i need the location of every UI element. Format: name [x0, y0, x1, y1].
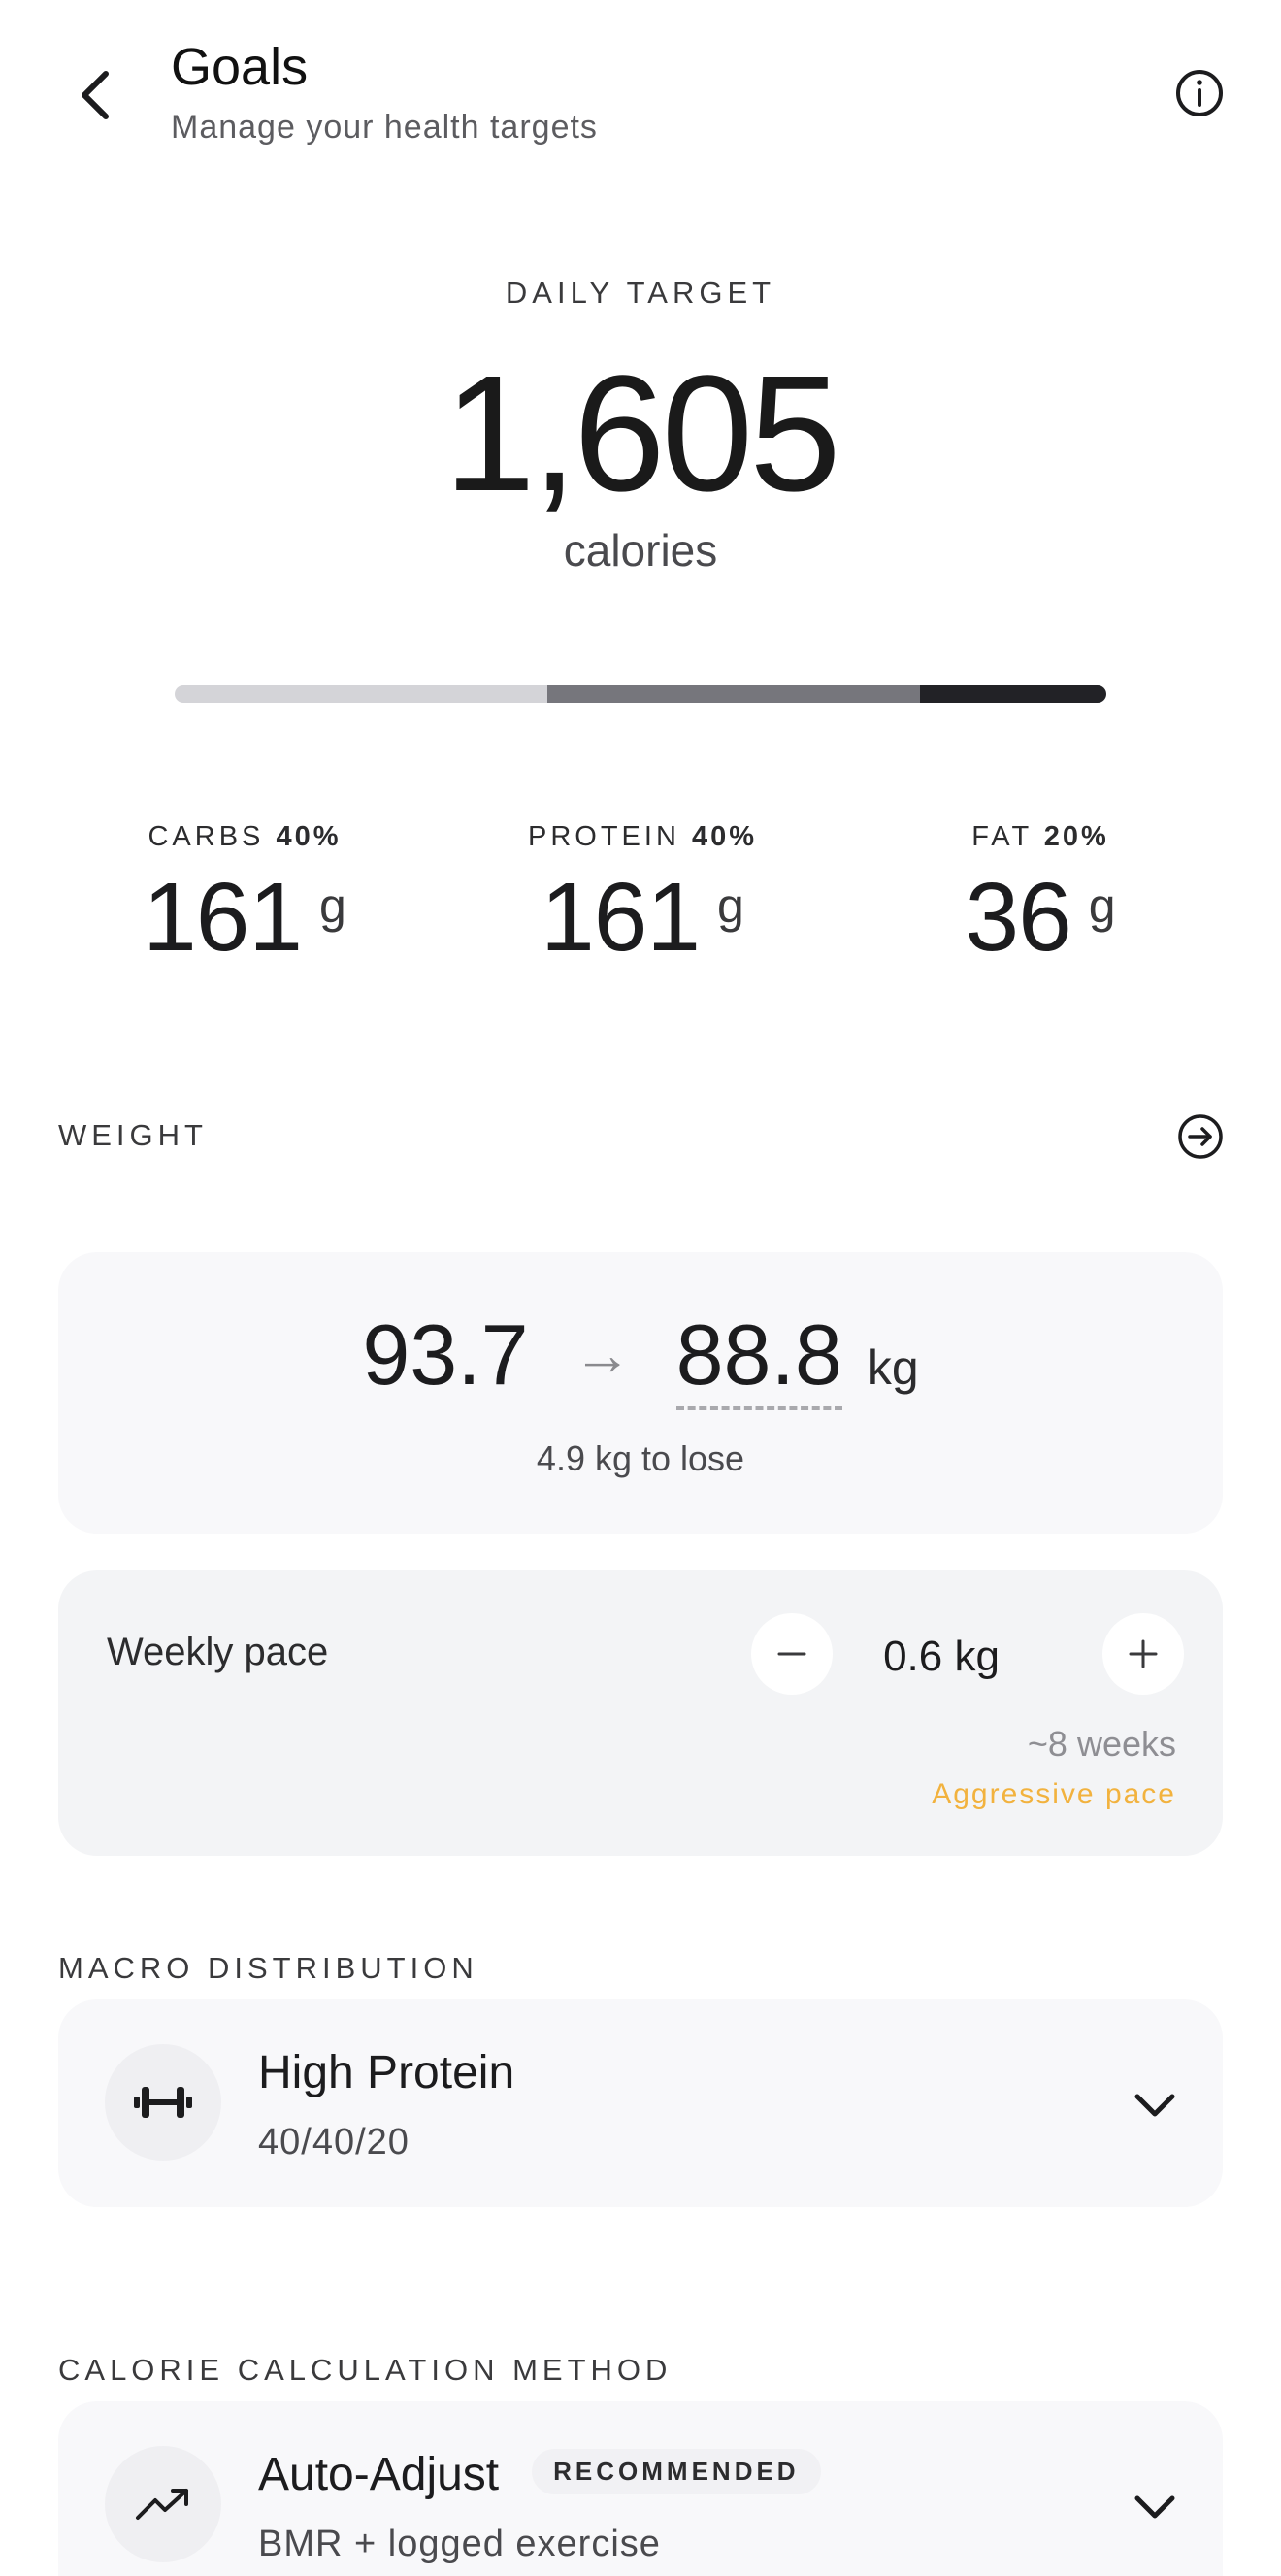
- page-title: Goals: [171, 38, 309, 96]
- trending-up-icon: [136, 2489, 188, 2520]
- macro-distribution-select[interactable]: High Protein 40/40/20: [58, 1999, 1223, 2207]
- arrow-right-circle-icon: [1178, 1114, 1223, 1159]
- page-subtitle: Manage your health targets: [171, 109, 598, 146]
- calorie-method-subtitle: BMR + logged exercise: [258, 2524, 661, 2564]
- weight-to-lose: 4.9 kg to lose: [536, 1438, 745, 1478]
- recommended-badge: RECOMMENDED: [532, 2448, 821, 2494]
- macro-label: CARBS 40%: [148, 821, 342, 852]
- weight-goal-card: 93.7 → 88.8 kg 4.9 kg to lose: [58, 1252, 1223, 1534]
- pace-increase-button[interactable]: [1102, 1613, 1184, 1695]
- calorie-method-select[interactable]: Auto-Adjust RECOMMENDED BMR + logged exer…: [58, 2401, 1223, 2576]
- info-button[interactable]: [1170, 64, 1229, 122]
- pace-warning: Aggressive pace: [932, 1778, 1176, 1810]
- macro-split-bar: [175, 685, 1106, 703]
- macro-preset-ratio: 40/40/20: [258, 2122, 410, 2163]
- daily-calorie-unit: calories: [563, 525, 718, 576]
- dumbbell-icon: [134, 2087, 192, 2118]
- macro-bar-segment-carbs: [175, 685, 547, 703]
- pace-decrease-button[interactable]: [751, 1613, 833, 1695]
- icon-circle: [105, 2044, 221, 2161]
- macro-label: FAT 20%: [971, 821, 1109, 852]
- macro-protein: PROTEIN 40% 161 g: [448, 821, 837, 969]
- macro-label: PROTEIN 40%: [527, 821, 757, 852]
- calorie-method-title: Auto-Adjust RECOMMENDED: [258, 2448, 821, 2501]
- plus-icon: [1129, 1639, 1158, 1668]
- macro-preset-title: High Protein: [258, 2047, 515, 2098]
- current-weight: 93.7: [362, 1306, 529, 1403]
- chevron-down-icon: [1134, 2094, 1175, 2117]
- macro-value: 161 g: [143, 863, 346, 972]
- chevron-down-icon: [1134, 2495, 1175, 2519]
- chevron-left-icon: [82, 71, 109, 119]
- daily-target-label: DAILY TARGET: [505, 276, 776, 310]
- weight-unit: kg: [867, 1340, 919, 1395]
- weekly-pace-card: Weekly pace 0.6 kg ~8 weeks Aggressive p…: [58, 1570, 1223, 1856]
- back-button[interactable]: [60, 56, 128, 134]
- arrow-right-icon: →: [573, 1322, 632, 1387]
- weight-section-label: WEIGHT: [58, 1118, 208, 1152]
- macro-carbs: CARBS 40% 161 g: [50, 821, 439, 969]
- pace-weeks: ~8 weeks: [1027, 1724, 1176, 1764]
- macro-distribution-label: MACRO DISTRIBUTION: [58, 1951, 478, 1985]
- macro-bar-segment-fat: [920, 685, 1106, 703]
- daily-calorie-value: 1,605: [443, 342, 840, 526]
- weight-details-button[interactable]: [1176, 1112, 1225, 1161]
- pace-label: Weekly pace: [107, 1631, 329, 1673]
- icon-circle: [105, 2446, 221, 2562]
- macro-value: 36 g: [965, 863, 1116, 972]
- minus-icon: [777, 1652, 806, 1656]
- pace-value: 0.6 kg: [883, 1633, 1000, 1680]
- macro-fat: FAT 20% 36 g: [846, 821, 1234, 969]
- weight-row: 93.7 → 88.8 kg: [58, 1306, 1223, 1410]
- macro-bar-segment-protein: [547, 685, 920, 703]
- target-weight[interactable]: 88.8: [675, 1306, 842, 1410]
- info-icon: [1176, 70, 1223, 116]
- calorie-method-label: CALORIE CALCULATION METHOD: [58, 2353, 673, 2387]
- macro-value: 161 g: [541, 863, 744, 972]
